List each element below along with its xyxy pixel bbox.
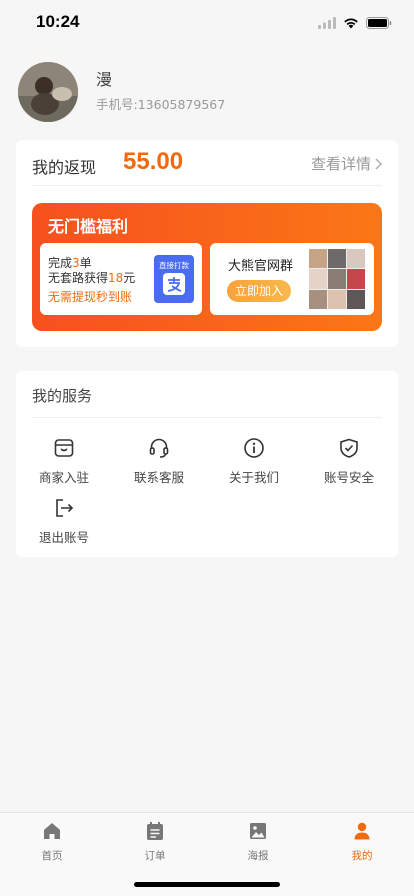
username: 漫 xyxy=(96,70,113,89)
cashback-card: 我的返现 55.00 查看详情 无门槛福利 完成3单 无套路获得18元 无需提现… xyxy=(16,140,398,347)
alipay-label: 直接打款 xyxy=(159,261,189,270)
service-label: 联系客服 xyxy=(133,470,184,485)
service-label: 关于我们 xyxy=(228,470,279,485)
status-icons xyxy=(318,14,392,33)
avatar[interactable] xyxy=(18,62,78,122)
welfare-banner: 无门槛福利 完成3单 无套路获得18元 无需提现秒到账 直接打款 大熊官网群 立… xyxy=(32,203,382,331)
chevron-right-icon xyxy=(375,158,382,169)
signal-icon xyxy=(318,14,336,33)
service-label: 商家入驻 xyxy=(38,470,89,485)
home-indicator xyxy=(134,882,280,887)
cashback-task-box[interactable]: 完成3单 无套路获得18元 无需提现秒到账 直接打款 xyxy=(40,243,202,315)
group-name: 大熊官网群 xyxy=(228,259,294,274)
divider xyxy=(32,417,382,418)
view-details-link[interactable]: 查看详情 xyxy=(311,153,382,174)
tab-mine[interactable]: 我的 xyxy=(332,821,392,865)
wifi-icon xyxy=(343,14,359,33)
service-label: 账号安全 xyxy=(323,470,374,485)
task-line-instant: 无需提现秒到账 xyxy=(48,290,133,304)
alipay-icon xyxy=(163,273,185,295)
profile-header: 漫 手机号:13605879567 xyxy=(18,62,398,122)
home-icon xyxy=(44,823,60,839)
services-title: 我的服务 xyxy=(32,387,93,405)
welfare-title: 无门槛福利 xyxy=(48,217,129,236)
battery-icon xyxy=(366,14,392,33)
poster-icon xyxy=(250,823,266,839)
tab-label: 首页 xyxy=(41,850,63,862)
tab-orders[interactable]: 订单 xyxy=(125,821,185,865)
service-contact-support[interactable]: 联系客服 xyxy=(119,437,199,493)
status-time: 10:24 xyxy=(36,12,80,31)
tab-label: 我的 xyxy=(351,850,373,862)
shield-check-icon xyxy=(340,438,358,458)
status-bar: 10:24 xyxy=(0,0,414,44)
headset-icon xyxy=(149,438,169,458)
group-join-box: 大熊官网群 立即加入 xyxy=(210,243,374,315)
join-group-button[interactable]: 立即加入 xyxy=(227,280,291,302)
service-label: 退出账号 xyxy=(38,530,89,545)
cashback-label: 我的返现 xyxy=(32,158,97,177)
user-icon xyxy=(354,822,370,840)
tab-home[interactable]: 首页 xyxy=(22,821,82,865)
tab-bar: 首页 订单 海报 我的 xyxy=(0,812,414,896)
tab-poster[interactable]: 海报 xyxy=(228,821,288,865)
phone-number: 手机号:13605879567 xyxy=(96,97,226,112)
tab-label: 海报 xyxy=(247,850,269,862)
view-details-label: 查看详情 xyxy=(310,155,371,173)
services-card: 我的服务 商家入驻 联系客服 关于我们 账号安全 退出账号 xyxy=(16,371,398,557)
service-logout[interactable]: 退出账号 xyxy=(24,497,104,553)
logout-icon xyxy=(56,499,74,517)
orders-icon xyxy=(147,822,163,840)
info-icon xyxy=(244,438,264,458)
cashback-row: 我的返现 55.00 查看详情 xyxy=(32,140,382,186)
store-icon xyxy=(54,439,74,457)
service-merchant-join[interactable]: 商家入驻 xyxy=(24,437,104,493)
tab-label: 订单 xyxy=(144,850,166,862)
group-avatars-image xyxy=(309,249,365,309)
service-account-security[interactable]: 账号安全 xyxy=(309,437,389,493)
alipay-badge: 直接打款 xyxy=(154,255,194,303)
service-about-us[interactable]: 关于我们 xyxy=(214,437,294,493)
task-line-reward: 无套路获得18元 xyxy=(48,271,136,285)
cashback-amount: 55.00 xyxy=(123,148,184,175)
